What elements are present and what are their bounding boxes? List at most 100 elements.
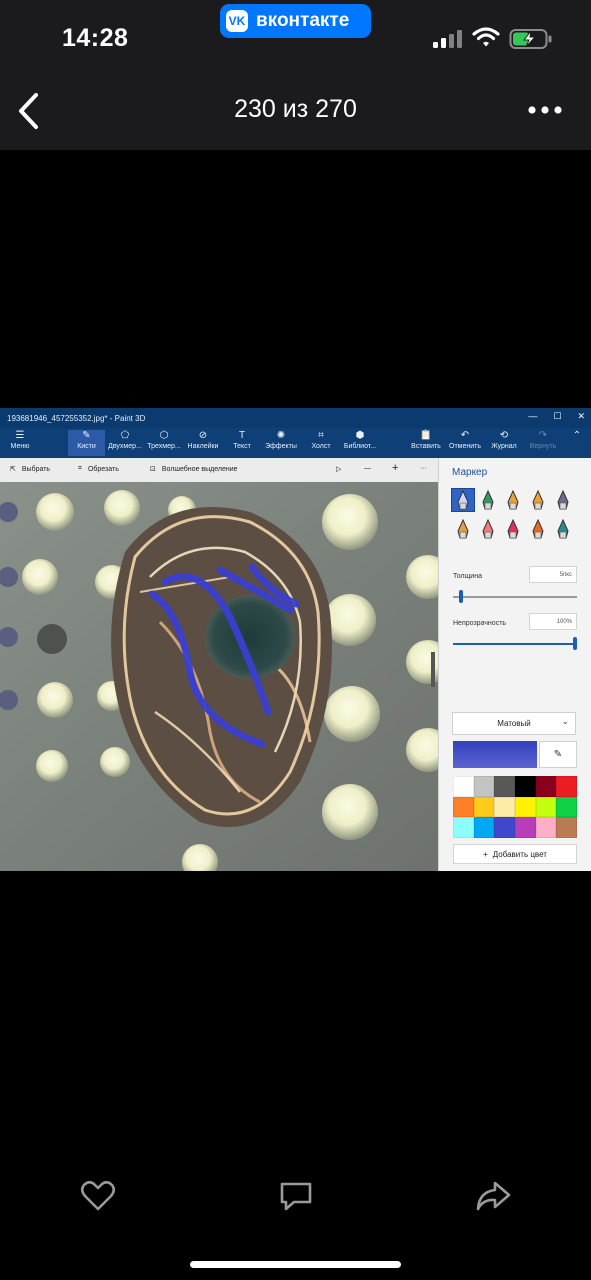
shapes-2d-icon: ⬠: [120, 430, 130, 441]
comment-icon[interactable]: [278, 1180, 314, 1212]
ribbon-menu: ☰ Меню: [2, 430, 38, 456]
ribbon-canvas: ⌗ Холст: [304, 430, 338, 456]
brush-icon: ✎: [82, 430, 91, 441]
circuit-board-photo: [0, 482, 438, 871]
paste-icon: 📋: [419, 430, 433, 441]
color-swatch: [556, 796, 578, 818]
ribbon-history: ⟲ Журнал: [486, 430, 522, 456]
eraser-brush-icon: [477, 518, 499, 540]
opacity-slider: [453, 643, 577, 645]
opacity-label: Непрозрачность: [453, 620, 507, 627]
magic-select-icon: ⊡: [150, 466, 156, 473]
ribbon-collapse: ⌃: [568, 430, 586, 456]
color-swatch: [515, 776, 536, 797]
library-icon: ⬢: [355, 430, 365, 441]
color-swatch: [473, 796, 495, 818]
chevron-down-icon: ⌄: [561, 716, 569, 726]
vk-app-name: вконтакте: [256, 10, 350, 31]
color-swatch: [473, 776, 495, 797]
panel-title: Маркер: [452, 467, 488, 478]
fill-brush-icon: [552, 518, 574, 540]
pencil-brush-icon: [452, 518, 474, 540]
vk-app-pill[interactable]: VK вконтакте: [220, 4, 371, 38]
tool-more: ···: [420, 465, 427, 472]
vk-logo-icon: VK: [226, 10, 248, 32]
color-swatch: [494, 776, 516, 797]
photo-counter: 230 из 270: [234, 95, 357, 123]
ribbon-redo: ↷ Вернуть: [524, 430, 562, 456]
close-icon: ✕: [577, 411, 585, 421]
ribbon-paste: 📋 Вставить: [408, 430, 444, 456]
color-swatch: [535, 796, 557, 818]
cursor-icon: ⇱: [10, 466, 16, 473]
color-swatch: [515, 796, 536, 818]
ribbon-effects: ✺ Эффекты: [262, 430, 300, 456]
paint3d-ribbon: ☰ Меню ✎ Кисти ⬠ Двухмер... ⬡ Трехмер... ⊘ На…: [0, 428, 591, 458]
photo-content[interactable]: 193681946_457255352.jpg* - Paint 3D — ☐ …: [0, 408, 591, 871]
ribbon-library: ⬢ Библиот...: [341, 430, 379, 456]
ribbon-undo: ↶ Отменить: [446, 430, 484, 456]
more-dots-icon[interactable]: [527, 100, 563, 120]
minus-icon: —: [364, 465, 371, 472]
color-swatch: [535, 776, 557, 797]
battery-charging-icon: [509, 29, 552, 49]
window-controls: — ☐ ✕: [528, 411, 585, 422]
paint3d-title-bar: 193681946_457255352.jpg* - Paint 3D — ☐ …: [0, 408, 591, 428]
tool-zoom-out: —: [364, 465, 371, 472]
eyedropper-icon: ✎: [539, 741, 577, 768]
canvas-icon: ⌗: [318, 430, 324, 441]
signal-icon: [433, 30, 462, 48]
tool-magic-select: ⊡ Волшебное выделение: [150, 465, 238, 474]
wifi-icon: [472, 27, 500, 47]
share-icon[interactable]: [475, 1180, 511, 1212]
status-time: 14:28: [62, 24, 129, 52]
color-swatch: [453, 817, 474, 839]
paint3d-canvas: [0, 482, 438, 871]
plus-icon: +: [392, 462, 399, 474]
plus-icon: +: [483, 849, 488, 859]
color-swatch: [556, 817, 578, 839]
paint3d-window-title: 193681946_457255352.jpg* - Paint 3D: [7, 413, 146, 423]
paint3d-toolbar: ⇱ Выбрать ⌗ Обрезать ⊡ Волшебное выделение …: [0, 458, 438, 482]
text-icon: T: [238, 430, 246, 441]
history-icon: ⟲: [499, 430, 509, 441]
menu-icon: ☰: [15, 430, 25, 441]
sticker-icon: ⊘: [198, 430, 208, 441]
ribbon-text: T Текст: [225, 430, 259, 456]
shapes-3d-icon: ⬡: [159, 430, 169, 441]
color-swatch: [494, 796, 516, 818]
chevron-up-icon: ⌃: [572, 430, 582, 441]
opacity-slider-thumb: [573, 637, 577, 650]
pixel-pen-brush-icon: [552, 489, 574, 511]
ribbon-3d-shapes: ⬡ Трехмер...: [145, 430, 183, 456]
marker-brush-icon: [451, 488, 475, 512]
tool-zoom-in: +: [392, 462, 398, 474]
thickness-value: 5пкс: [529, 566, 577, 583]
minimize-icon: —: [528, 411, 538, 421]
more-icon: ···: [420, 465, 427, 472]
finish-dropdown: Матовый ⌄: [452, 712, 576, 735]
thickness-slider: [453, 596, 577, 598]
undo-icon: ↶: [460, 430, 470, 441]
spray-can-brush-icon: [527, 518, 549, 540]
oil-brush-brush-icon: [502, 489, 524, 511]
color-swatch: [535, 817, 557, 839]
ribbon-brushes: ✎ Кисти: [68, 430, 105, 456]
status-bar: 14:28 VK вконтакте: [0, 0, 591, 72]
ribbon-2d-shapes: ⬠ Двухмер...: [106, 430, 144, 456]
viewer-header: 230 из 270: [0, 72, 591, 150]
color-swatch: [515, 817, 536, 839]
paint3d-brush-panel: Маркер Толщина 5пкс Непрозрачность 100% …: [438, 458, 591, 871]
color-palette: [453, 776, 578, 839]
effects-icon: ✺: [276, 430, 286, 441]
thickness-slider-thumb: [459, 590, 463, 603]
color-swatch: [473, 817, 495, 839]
color-swatch: [453, 796, 474, 818]
like-heart-icon[interactable]: [80, 1180, 116, 1212]
color-swatch: [494, 817, 516, 839]
tool-select: ⇱ Выбрать: [10, 465, 51, 474]
crop-icon: ⌗: [78, 465, 82, 472]
home-indicator: [190, 1261, 401, 1268]
photo-actions-bar: [0, 1170, 591, 1230]
color-swatch: [556, 776, 578, 797]
